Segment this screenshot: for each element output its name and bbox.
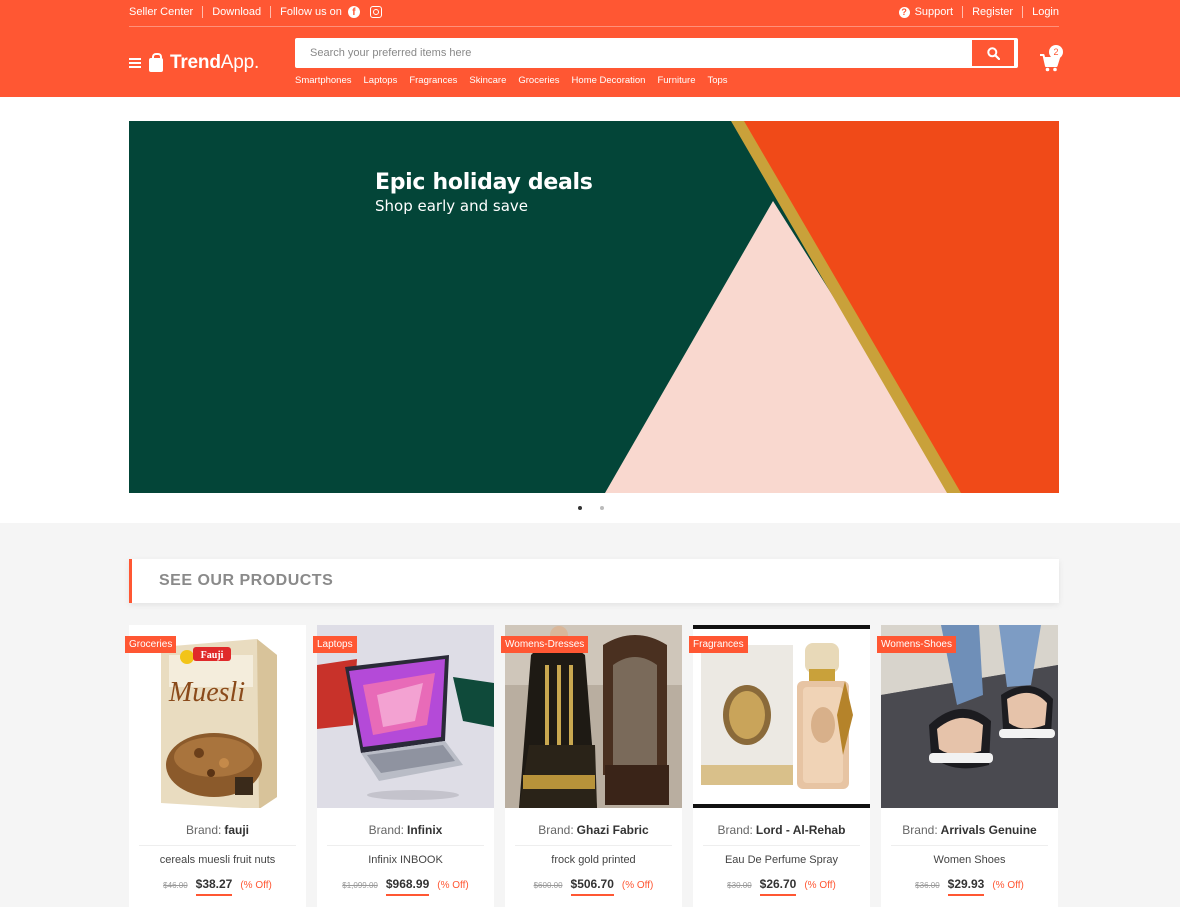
category-link-furniture[interactable]: Furniture: [657, 75, 695, 86]
brand-row: Brand: Arrivals Genuine: [902, 823, 1037, 837]
category-tag: Laptops: [313, 636, 357, 653]
discount-label: (% Off): [437, 880, 469, 891]
brand-row: Brand: Infinix: [368, 823, 443, 837]
menu-icon[interactable]: [129, 58, 141, 68]
brand-name: Lord - Al-Rehab: [755, 823, 846, 837]
category-tag: Womens-Dresses: [501, 636, 589, 653]
product-name[interactable]: frock gold printed: [505, 854, 682, 866]
support-link[interactable]: Support: [915, 6, 954, 18]
product-card[interactable]: Fragrances Brand: Lord - Al-Rehab Eau De …: [689, 625, 870, 907]
product-name[interactable]: Women Shoes: [881, 854, 1058, 866]
brand-row: Brand: Lord - Al-Rehab: [717, 823, 846, 837]
cart-count-badge: 2: [1049, 45, 1063, 59]
seller-center-link[interactable]: Seller Center: [129, 6, 193, 18]
svg-text:Muesli: Muesli: [168, 677, 245, 708]
banner-title: Epic holiday deals: [375, 170, 593, 195]
category-tag: Groceries: [125, 636, 177, 653]
shopping-bag-icon: [149, 52, 163, 72]
divider: [515, 845, 672, 846]
sale-price: $968.99: [385, 877, 430, 896]
brand-row: Brand: fauji: [185, 823, 250, 837]
facebook-icon[interactable]: f: [347, 6, 360, 18]
divider: [962, 6, 964, 18]
divider: [327, 845, 484, 846]
product-name[interactable]: cereals muesli fruit nuts: [129, 854, 306, 866]
instagram-icon[interactable]: [369, 6, 382, 18]
hero-section: Epic holiday deals Shop early and save: [0, 97, 1180, 523]
brand-name: TrendApp.: [170, 52, 260, 73]
divider: [1022, 6, 1024, 18]
follow-us-label: Follow us on: [280, 6, 342, 18]
sale-price: $38.27: [195, 877, 233, 896]
register-link[interactable]: Register: [972, 6, 1013, 18]
category-nav: Smartphones Laptops Fragrances Skincare …: [295, 75, 740, 86]
search-icon: [986, 46, 1000, 60]
price-row: $46.00 $38.27 (% Off): [129, 877, 306, 896]
sale-price: $506.70: [570, 877, 614, 896]
promo-banner[interactable]: Epic holiday deals Shop early and save: [129, 121, 1059, 493]
discount-label: (% Off): [804, 880, 836, 891]
product-name[interactable]: Infinix INBOOK: [317, 854, 494, 866]
price-row: $600.00 $506.70 (% Off): [505, 877, 682, 896]
category-link-groceries[interactable]: Groceries: [518, 75, 559, 86]
section-title: SEE OUR PRODUCTS: [159, 572, 334, 589]
product-card[interactable]: Womens-Shoes Brand: Arrivals Genuine Wome…: [877, 625, 1058, 907]
top-bar: Seller Center Download Follow us on f ? …: [129, 0, 1059, 27]
login-link[interactable]: Login: [1032, 6, 1059, 18]
original-price: $30.00: [727, 881, 752, 890]
download-link[interactable]: Download: [212, 6, 261, 18]
discount-label: (% Off): [240, 880, 272, 891]
help-icon: ?: [898, 6, 910, 18]
search-bar: [295, 38, 1018, 68]
product-card[interactable]: Laptops Brand: Infinix Infinix INBOOK $1,…: [313, 625, 494, 907]
category-link-laptops[interactable]: Laptops: [364, 75, 398, 86]
original-price: $36.00: [915, 881, 940, 890]
brand-name: Arrivals Genuine: [940, 823, 1037, 837]
divider: [202, 6, 204, 18]
product-card[interactable]: Womens-Dresses Brand: Ghazi Fabric frock …: [501, 625, 682, 907]
category-link-smartphones[interactable]: Smartphones: [295, 75, 352, 86]
price-row: $36.00 $29.93 (% Off): [881, 877, 1058, 896]
original-price: $46.00: [163, 881, 188, 890]
carousel-dot-2[interactable]: [600, 506, 604, 510]
category-link-skincare[interactable]: Skincare: [469, 75, 506, 86]
product-name[interactable]: Eau De Perfume Spray: [693, 854, 870, 866]
price-row: $30.00 $26.70 (% Off): [693, 877, 870, 896]
carousel-dot-1[interactable]: [578, 506, 582, 510]
carousel-dots: [578, 506, 604, 510]
discount-label: (% Off): [992, 880, 1024, 891]
divider: [703, 845, 860, 846]
divider: [891, 845, 1048, 846]
category-tag: Womens-Shoes: [877, 636, 956, 653]
category-link-home-decoration[interactable]: Home Decoration: [572, 75, 646, 86]
brand-row: Brand: Ghazi Fabric: [538, 823, 649, 837]
section-header: SEE OUR PRODUCTS: [129, 559, 1059, 603]
category-link-fragrances[interactable]: Fragrances: [409, 75, 457, 86]
banner-graphic: [129, 121, 1059, 493]
banner-subtitle: Shop early and save: [375, 197, 528, 215]
price-row: $1,099.00 $968.99 (% Off): [317, 877, 494, 896]
site-logo[interactable]: TrendApp.: [129, 52, 259, 74]
brand-name: Infinix: [407, 823, 443, 837]
svg-text:Fauji: Fauji: [201, 650, 224, 661]
sale-price: $26.70: [759, 877, 797, 896]
original-price: $1,099.00: [342, 881, 378, 890]
brand-name: fauji: [224, 823, 250, 837]
category-link-tops[interactable]: Tops: [707, 75, 727, 86]
site-header: Seller Center Download Follow us on f ? …: [0, 0, 1180, 97]
search-input[interactable]: [297, 40, 972, 66]
divider: [270, 6, 272, 18]
brand-name: Ghazi Fabric: [576, 823, 649, 837]
category-tag: Fragrances: [689, 636, 748, 653]
product-card[interactable]: Fauji Muesli Groceries Brand: fauji cerea…: [125, 625, 306, 907]
discount-label: (% Off): [621, 880, 654, 891]
search-button[interactable]: [972, 40, 1014, 66]
sale-price: $29.93: [947, 877, 985, 896]
original-price: $600.00: [533, 881, 563, 890]
divider: [139, 845, 296, 846]
